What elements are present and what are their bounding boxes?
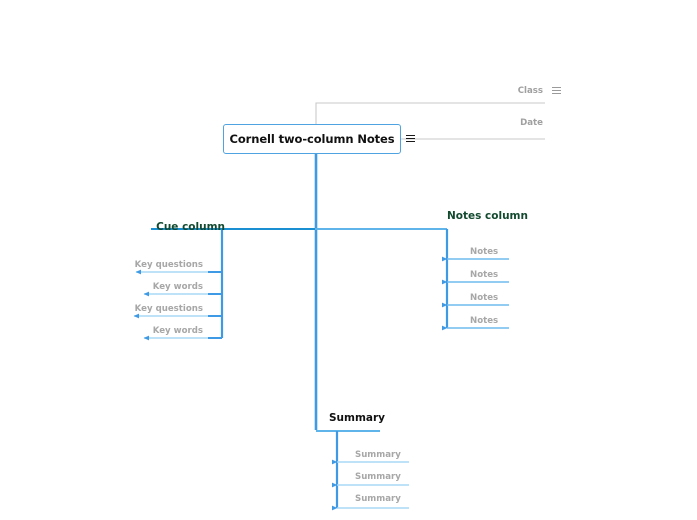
leaf-cue-4[interactable]: Key words: [153, 327, 203, 336]
leaf-cue-3[interactable]: Key questions: [135, 305, 203, 314]
hamburger-line: [406, 137, 415, 140]
leaf-notes-1[interactable]: Notes: [470, 248, 498, 257]
leaf-cue-1[interactable]: Key questions: [135, 261, 203, 270]
leaf-cue-2[interactable]: Key words: [153, 283, 203, 292]
hamburger-menu-icon[interactable]: [552, 87, 561, 94]
leaf-notes-3[interactable]: Notes: [470, 294, 498, 303]
root-node[interactable]: Cornell two-column Notes: [223, 124, 401, 154]
hamburger-menu-icon[interactable]: [406, 135, 415, 142]
mindmap-canvas: Cornell two-column Notes Class Date Cue …: [0, 0, 697, 520]
branch-title-cue-column[interactable]: Cue column: [156, 222, 225, 233]
hamburger-line: [552, 89, 561, 92]
leaf-notes-4[interactable]: Notes: [470, 317, 498, 326]
branch-title-notes-column[interactable]: Notes column: [447, 211, 528, 222]
leaf-summary-2[interactable]: Summary: [355, 473, 401, 482]
branch-title-summary[interactable]: Summary: [329, 413, 385, 424]
hamburger-line: [552, 87, 561, 89]
cue-child-joins: [208, 271, 222, 339]
leaf-summary-1[interactable]: Summary: [355, 451, 401, 460]
hamburger-line: [406, 135, 415, 137]
meta-label-class[interactable]: Class: [518, 87, 543, 96]
hamburger-line: [552, 92, 561, 94]
leaf-notes-2[interactable]: Notes: [470, 271, 498, 280]
meta-label-date[interactable]: Date: [520, 119, 543, 128]
root-node-label: Cornell two-column Notes: [229, 132, 395, 146]
connector-lines: [133, 102, 545, 511]
leaf-summary-3[interactable]: Summary: [355, 495, 401, 504]
hamburger-line: [406, 140, 415, 142]
meta-edge-class: [315, 102, 545, 124]
